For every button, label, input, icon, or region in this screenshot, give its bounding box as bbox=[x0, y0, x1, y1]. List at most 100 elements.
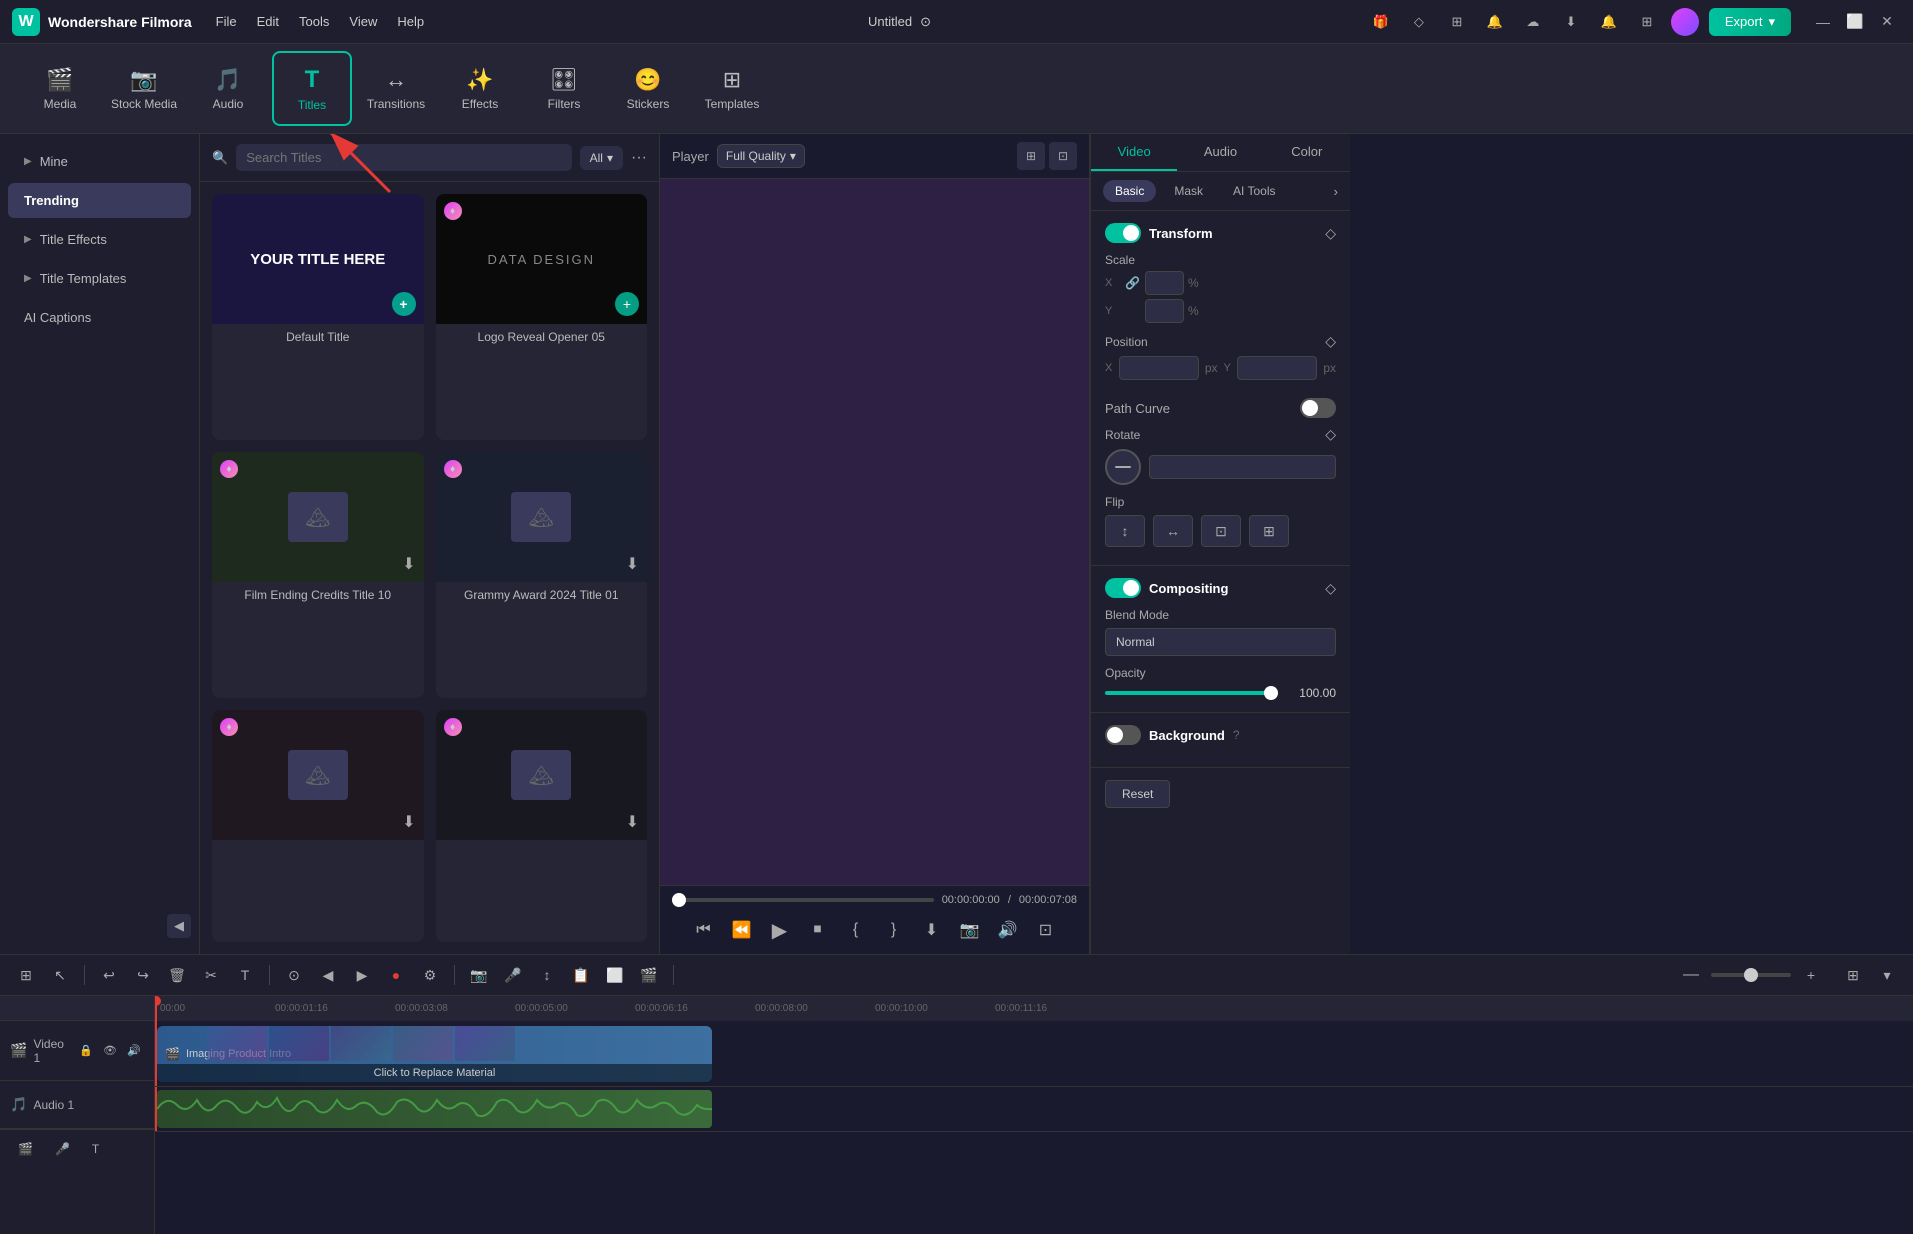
title-card-5[interactable]: ♦ 🏔 ⬇ bbox=[212, 710, 424, 942]
tl-select-tool[interactable]: ⊞ bbox=[12, 961, 40, 989]
tab-video[interactable]: Video bbox=[1091, 134, 1177, 171]
tl-lift-btn[interactable]: ↕ bbox=[533, 961, 561, 989]
share-icon[interactable]: ⊞ bbox=[1443, 8, 1471, 36]
audio-clip[interactable] bbox=[157, 1090, 712, 1128]
toolbar-effects[interactable]: ✨ Effects bbox=[440, 51, 520, 126]
v1-eye-btn[interactable]: 👁 bbox=[100, 1041, 120, 1061]
flip-horizontal-btn[interactable]: ↔ bbox=[1153, 515, 1193, 547]
title-card-6[interactable]: ♦ 🏔 ⬇ bbox=[436, 710, 648, 942]
tl-blank-btn[interactable]: ⬜ bbox=[601, 961, 629, 989]
reset-button[interactable]: Reset bbox=[1105, 780, 1170, 808]
search-input[interactable] bbox=[236, 144, 571, 171]
blend-mode-select[interactable]: Normal Multiply Screen Overlay bbox=[1105, 628, 1336, 656]
volume-button[interactable]: 🔊 bbox=[992, 914, 1024, 946]
toolbar-stock-media[interactable]: 📷 Stock Media bbox=[104, 51, 184, 126]
cloud-icon[interactable]: ☁ bbox=[1519, 8, 1547, 36]
v1-lock-btn[interactable]: 🔒 bbox=[76, 1041, 96, 1061]
notification-icon[interactable]: 🔔 bbox=[1481, 8, 1509, 36]
step-back-button[interactable]: ⏮ bbox=[688, 914, 720, 946]
opacity-slider[interactable] bbox=[1105, 691, 1278, 695]
gift-icon[interactable]: 🎁 bbox=[1367, 8, 1395, 36]
title-card-logo-reveal[interactable]: ♦ DATA DESIGN + Logo Reveal Opener 05 bbox=[436, 194, 648, 440]
scale-lock-icon-top[interactable]: 🔗 bbox=[1125, 276, 1141, 290]
grid-icon[interactable]: ⊞ bbox=[1633, 8, 1661, 36]
subtab-basic[interactable]: Basic bbox=[1103, 180, 1156, 202]
tl-ripple-btn[interactable]: ⊙ bbox=[280, 961, 308, 989]
frame-back-button[interactable]: ⏪ bbox=[726, 914, 758, 946]
tl-layout-btn[interactable]: ⊞ bbox=[1839, 961, 1867, 989]
subtab-ai-tools[interactable]: AI Tools bbox=[1221, 180, 1287, 202]
zoom-slider-track[interactable] bbox=[1711, 973, 1791, 977]
background-help-icon[interactable]: ? bbox=[1233, 728, 1240, 742]
panel-subtab-more[interactable]: › bbox=[1334, 184, 1338, 199]
default-title-add-btn[interactable]: + bbox=[392, 292, 416, 316]
tl-more2-btn[interactable]: ▾ bbox=[1873, 961, 1901, 989]
more-options-button[interactable]: ··· bbox=[631, 149, 647, 167]
flip-vertical-btn[interactable]: ↕ bbox=[1105, 515, 1145, 547]
bell-icon[interactable]: 🔔 bbox=[1595, 8, 1623, 36]
tl-delete-btn[interactable]: 🗑 bbox=[163, 961, 191, 989]
toolbar-templates[interactable]: ⊞ Templates bbox=[692, 51, 772, 126]
transform-keyframe-icon[interactable]: ◇ bbox=[1325, 225, 1336, 242]
tl-text-btn[interactable]: T bbox=[231, 961, 259, 989]
subtab-mask[interactable]: Mask bbox=[1162, 180, 1215, 202]
sidebar-item-mine[interactable]: ▶ Mine bbox=[8, 144, 191, 179]
add-video-track-btn[interactable]: 🎬 bbox=[10, 1138, 41, 1160]
menu-help[interactable]: Help bbox=[389, 10, 432, 33]
download-icon[interactable]: ⬇ bbox=[1557, 8, 1585, 36]
v1-vol-btn[interactable]: 🔊 bbox=[124, 1041, 144, 1061]
quality-select[interactable]: Full Quality ▾ bbox=[717, 144, 805, 168]
scale-y-input[interactable]: 100.00 bbox=[1145, 299, 1184, 323]
add-to-timeline-button[interactable]: ⬇ bbox=[916, 914, 948, 946]
logo-reveal-add-btn[interactable]: + bbox=[615, 292, 639, 316]
flip-4[interactable]: ⊞ bbox=[1249, 515, 1289, 547]
toolbar-transitions[interactable]: ↔ Transitions bbox=[356, 51, 436, 126]
compositing-toggle[interactable] bbox=[1105, 578, 1141, 598]
title-card-grammy[interactable]: ♦ 🏔 ⬇ Grammy Award 2024 Title 01 bbox=[436, 452, 648, 698]
menu-edit[interactable]: Edit bbox=[249, 10, 287, 33]
transform-toggle[interactable] bbox=[1105, 223, 1141, 243]
toolbar-filters[interactable]: 🎛 Filters bbox=[524, 51, 604, 126]
add-audio-track-btn[interactable]: 🎤 bbox=[47, 1138, 78, 1160]
position-x-input[interactable]: 0.00 bbox=[1119, 356, 1199, 380]
menu-tools[interactable]: Tools bbox=[291, 10, 337, 33]
rotate-input[interactable]: 0.00° bbox=[1149, 455, 1336, 479]
compositing-keyframe-icon[interactable]: ◇ bbox=[1325, 580, 1336, 597]
position-y-input[interactable]: 0.00 bbox=[1237, 356, 1317, 380]
filter-dropdown[interactable]: All ▾ bbox=[580, 146, 623, 170]
rotate-dial[interactable] bbox=[1105, 449, 1141, 485]
stop-button[interactable]: ⏹ bbox=[802, 914, 834, 946]
path-curve-toggle[interactable] bbox=[1300, 398, 1336, 418]
rotate-keyframe-icon[interactable]: ◇ bbox=[1325, 426, 1336, 443]
tl-snapshot-btn[interactable]: 📷 bbox=[465, 961, 493, 989]
tl-redo-btn[interactable]: ↪ bbox=[129, 961, 157, 989]
flip-3[interactable]: ⊡ bbox=[1201, 515, 1241, 547]
sidebar-item-trending[interactable]: Trending bbox=[8, 183, 191, 218]
toolbar-titles[interactable]: T Titles bbox=[272, 51, 352, 126]
user-avatar[interactable] bbox=[1671, 8, 1699, 36]
timeline-ruler[interactable]: 00:00 00:00:01:16 00:00:03:08 00:00:05:0… bbox=[155, 996, 1913, 1021]
snapshot-button[interactable]: 📷 bbox=[954, 914, 986, 946]
grid-view-btn[interactable]: ⊞ bbox=[1017, 142, 1045, 170]
fullscreen-button[interactable]: ⊡ bbox=[1030, 914, 1062, 946]
maximize-button[interactable]: ⬜ bbox=[1841, 8, 1869, 36]
tl-multicam-btn[interactable]: 🎬 bbox=[635, 961, 663, 989]
collapse-sidebar-button[interactable]: ◀ bbox=[167, 914, 191, 938]
position-keyframe-icon[interactable]: ◇ bbox=[1325, 333, 1336, 350]
replace-material-overlay[interactable]: Click to Replace Material bbox=[157, 1064, 712, 1082]
tab-audio[interactable]: Audio bbox=[1177, 134, 1263, 171]
tl-more-btn[interactable]: ◀ bbox=[314, 961, 342, 989]
tl-cut-btn[interactable]: ✂ bbox=[197, 961, 225, 989]
add-caption-track-btn[interactable]: T bbox=[84, 1138, 107, 1160]
scale-x-input[interactable]: 100.00 bbox=[1145, 271, 1184, 295]
tl-undo-btn[interactable]: ↩ bbox=[95, 961, 123, 989]
background-toggle[interactable] bbox=[1105, 725, 1141, 745]
sidebar-item-title-templates[interactable]: ▶ Title Templates bbox=[8, 261, 191, 296]
menu-file[interactable]: File bbox=[208, 10, 245, 33]
tl-rec-btn[interactable]: ● bbox=[382, 961, 410, 989]
zoom-out-btn[interactable]: — bbox=[1677, 961, 1705, 989]
export-button[interactable]: Export ▾ bbox=[1709, 8, 1791, 36]
mark-out-button[interactable]: } bbox=[878, 914, 910, 946]
menu-view[interactable]: View bbox=[341, 10, 385, 33]
tab-color[interactable]: Color bbox=[1264, 134, 1350, 171]
